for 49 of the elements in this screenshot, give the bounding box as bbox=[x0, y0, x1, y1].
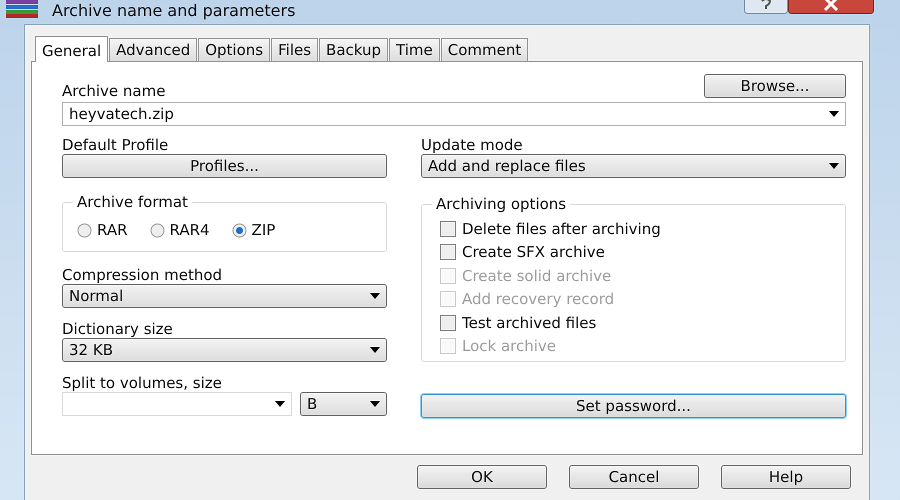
dropdown-arrow-icon[interactable] bbox=[829, 111, 839, 117]
checkbox-label: Create SFX archive bbox=[462, 242, 605, 263]
archive-name-combo[interactable]: heyvatech.zip bbox=[62, 102, 846, 126]
tab[interactable]: Options bbox=[198, 38, 270, 61]
dropdown-arrow-icon[interactable] bbox=[275, 401, 285, 407]
checkbox-label: Delete files after archiving bbox=[462, 218, 661, 240]
field-label: Update mode bbox=[421, 136, 524, 154]
tab[interactable]: General bbox=[35, 36, 108, 62]
radio-label: RAR4 bbox=[170, 220, 210, 241]
radio-label: ZIP bbox=[252, 220, 276, 241]
field-label: Split to volumes, size bbox=[62, 374, 223, 392]
checkbox-label: Lock archive bbox=[462, 336, 556, 357]
tab[interactable]: Backup bbox=[319, 38, 388, 61]
tab[interactable]: Files bbox=[271, 38, 318, 61]
group-label: Archiving options bbox=[432, 195, 570, 213]
checkbox[interactable] bbox=[440, 314, 456, 331]
dropdown-arrow-icon[interactable] bbox=[370, 293, 380, 299]
compression-method-dropdown[interactable]: Normal bbox=[62, 284, 387, 308]
field-label: Archive name bbox=[62, 82, 166, 100]
dictionary-size-dropdown[interactable]: 32 KB bbox=[62, 338, 387, 362]
dropdown-arrow-icon[interactable] bbox=[829, 163, 839, 169]
profiles-button[interactable]: Profiles... bbox=[62, 154, 387, 178]
checkbox[interactable] bbox=[440, 244, 456, 260]
checkbox-label: Test archived files bbox=[462, 312, 596, 334]
ok-button[interactable]: OK bbox=[417, 465, 547, 489]
radio-button[interactable] bbox=[77, 222, 92, 238]
browse-button[interactable]: Browse... bbox=[704, 74, 846, 98]
update-mode-dropdown[interactable]: Add and replace files bbox=[421, 154, 846, 178]
tab[interactable]: Comment bbox=[440, 38, 528, 61]
dropdown-arrow-icon[interactable] bbox=[370, 347, 380, 353]
cancel-button[interactable]: Cancel bbox=[569, 465, 699, 489]
radio-button[interactable] bbox=[150, 222, 164, 238]
tab[interactable]: Advanced bbox=[109, 38, 198, 61]
checkbox-label: Add recovery record bbox=[462, 289, 614, 310]
field-label: Compression method bbox=[62, 266, 224, 284]
radio-button[interactable] bbox=[232, 222, 247, 238]
help-icon[interactable] bbox=[744, 0, 788, 14]
checkbox[interactable] bbox=[440, 220, 456, 237]
dropdown-arrow-icon[interactable] bbox=[370, 401, 380, 407]
checkbox-label: Create solid archive bbox=[462, 266, 612, 286]
radio-label: RAR bbox=[97, 220, 128, 241]
field-label: Dictionary size bbox=[62, 320, 174, 338]
set-password-button[interactable]: Set password... bbox=[421, 394, 846, 418]
tab[interactable]: Time bbox=[389, 38, 440, 61]
volume-unit-dropdown[interactable]: B bbox=[300, 392, 387, 416]
field-label: Default Profile bbox=[62, 136, 170, 154]
window-title: Archive name and parameters bbox=[52, 1, 296, 21]
close-icon[interactable] bbox=[788, 0, 874, 14]
help-button[interactable]: Help bbox=[721, 465, 851, 489]
